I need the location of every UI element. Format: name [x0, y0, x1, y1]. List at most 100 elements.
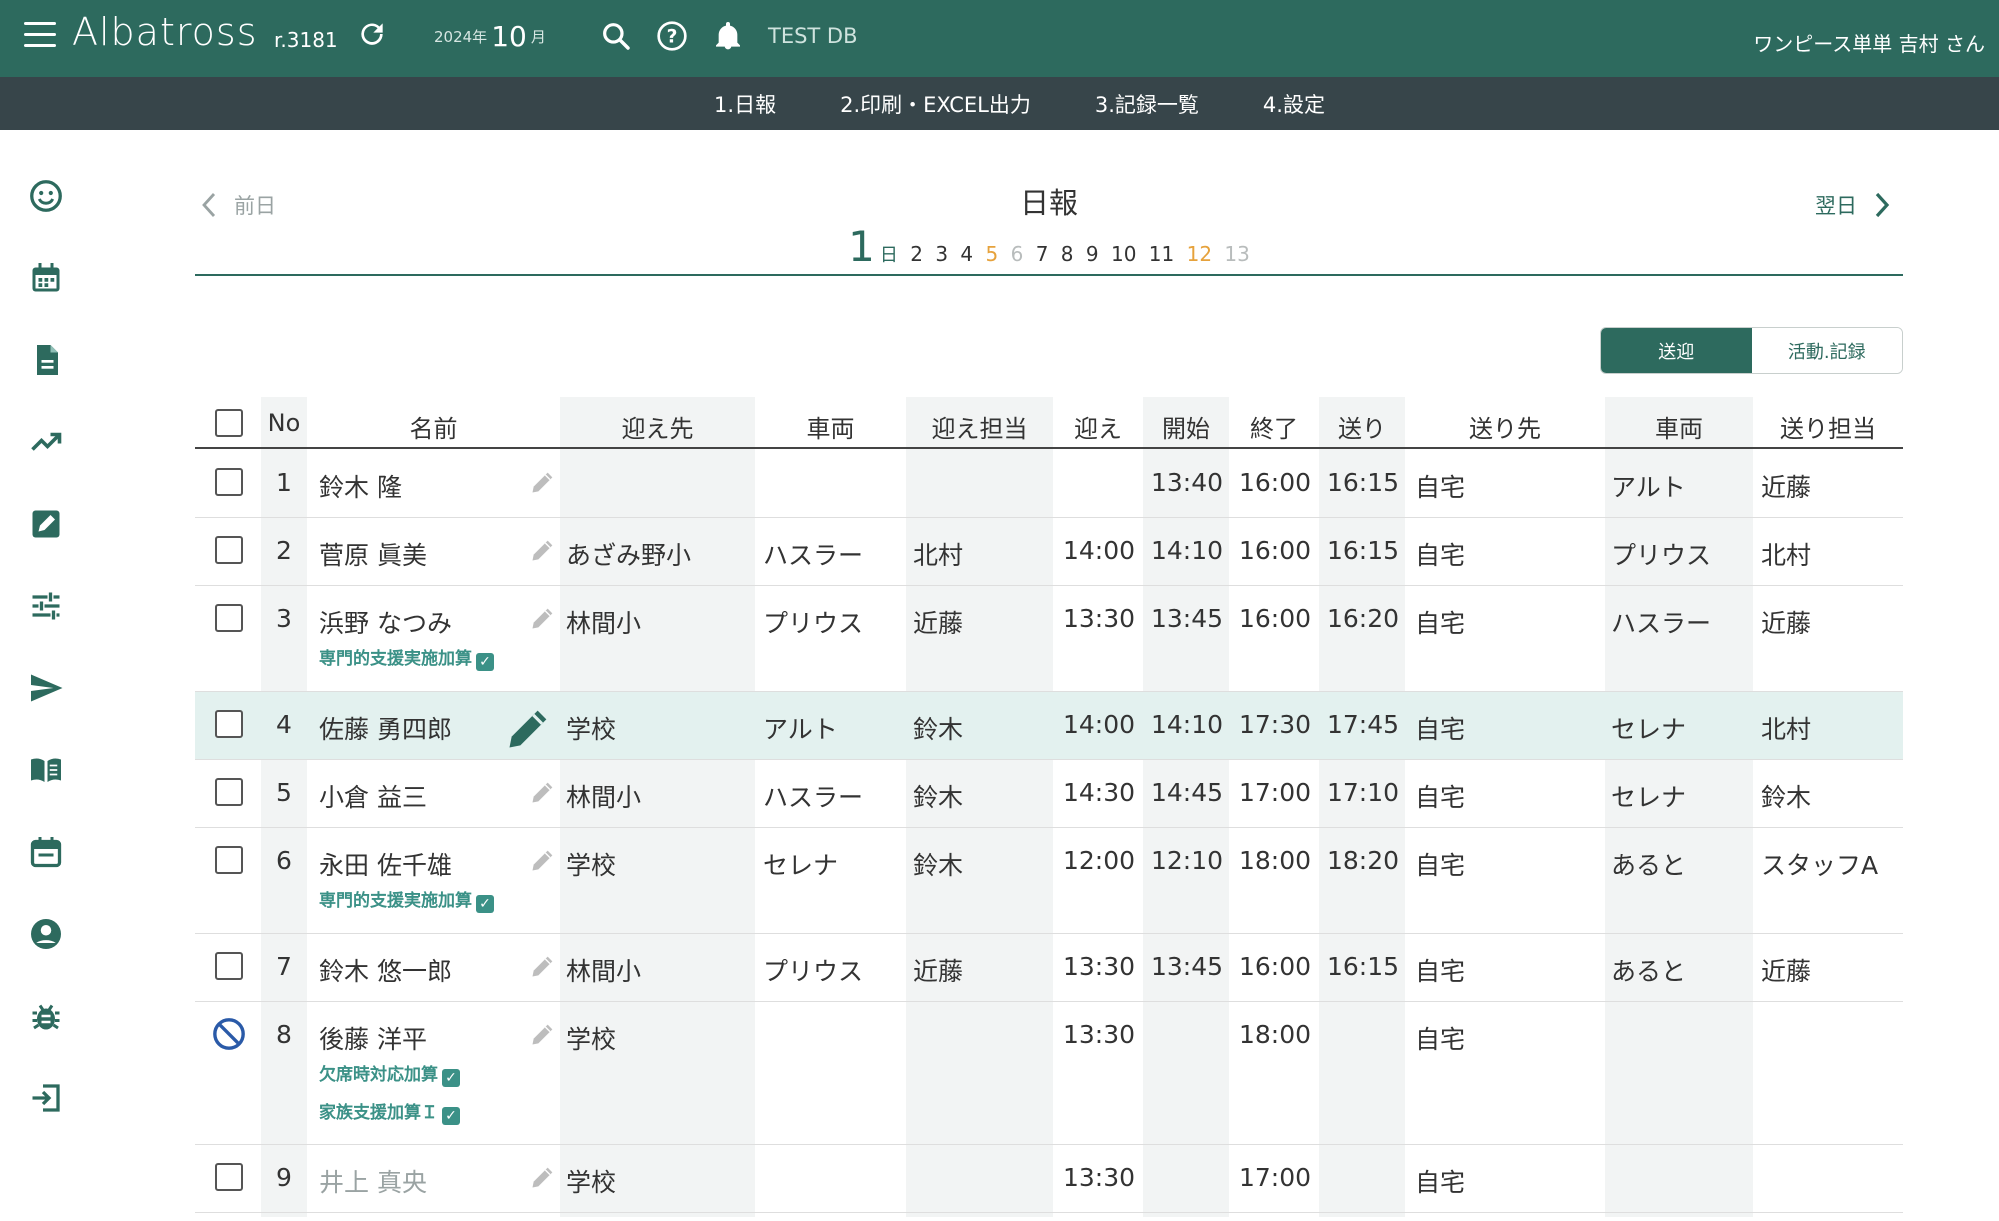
day-link[interactable]: 10 [1111, 242, 1136, 266]
sliders-icon[interactable] [28, 588, 64, 624]
nav-daily-report[interactable]: 1.日報 [714, 89, 776, 119]
nav-record-list[interactable]: 3.記録一覧 [1095, 89, 1199, 119]
checked-icon: ✓ [442, 1107, 460, 1125]
day-link[interactable]: 8 [1061, 242, 1074, 266]
row-checkbox[interactable] [215, 952, 243, 980]
cell-dest: 自宅 [1415, 1168, 1466, 1197]
cell-name[interactable]: 鈴木 隆 [319, 468, 402, 504]
day-link[interactable]: 3 [935, 242, 948, 266]
send-icon[interactable] [28, 670, 64, 706]
search-icon[interactable] [600, 20, 632, 52]
toggle-transport[interactable]: 送迎 [1601, 328, 1752, 373]
edit-icon[interactable] [28, 506, 64, 542]
day-link[interactable]: 2 [910, 242, 923, 266]
cell-name[interactable]: 鈴木 悠一郎 [319, 952, 452, 988]
current-day[interactable]: 1 [848, 222, 875, 271]
help-icon[interactable]: ? [656, 20, 688, 52]
title-divider [195, 274, 1903, 276]
edit-pencil-icon[interactable] [529, 952, 557, 980]
cell-name[interactable]: 永田 佐千雄 [319, 846, 452, 882]
edit-pencil-icon[interactable] [529, 778, 557, 806]
book-icon[interactable] [28, 752, 64, 788]
user-name[interactable]: ワンピース単単 吉村 さん [1753, 28, 1985, 57]
trend-icon[interactable] [28, 424, 64, 460]
day-link[interactable]: 4 [960, 242, 973, 266]
row-checkbox[interactable] [215, 536, 243, 564]
table-row[interactable]: 2 菅原 眞美 あざみ野小 ハスラー 北村 14:00 14:10 16:00 16:15 自宅 プ… [195, 518, 1903, 586]
cell-name[interactable]: 浜野 なつみ [319, 604, 452, 640]
table-row[interactable]: 4 佐藤 勇四郎 学校 アルト 鈴木 14:00 14:10 17:30 17:45 自宅 セレナ 北… [195, 692, 1903, 760]
day-link[interactable]: 9 [1086, 242, 1099, 266]
menu-icon[interactable] [24, 22, 56, 48]
cell-send: 17:10 [1327, 778, 1400, 807]
table-row[interactable]: 3 浜野 なつみ 林間小 プリウス 近藤 13:30 13:45 16:00 16:20 自宅 ハス… [195, 586, 1903, 692]
cell-pickup-staff: 鈴木 [913, 783, 964, 812]
row-checkbox[interactable] [215, 604, 243, 632]
account-icon[interactable] [28, 916, 64, 952]
edit-pencil-icon[interactable] [503, 702, 555, 754]
row-checkbox[interactable] [215, 710, 243, 738]
smiley-icon[interactable] [28, 178, 64, 214]
table-row[interactable]: 9 井上 真央 学校 13:30 17:00 自宅 [195, 1145, 1903, 1213]
nav-print-excel[interactable]: 2.印刷・EXCEL出力 [840, 89, 1031, 119]
sidebar [0, 130, 96, 1221]
cell-pickup-place: 学校 [566, 715, 617, 744]
row-checkbox[interactable] [215, 468, 243, 496]
toggle-activity-record[interactable]: 活動.記録 [1751, 328, 1902, 373]
event-icon[interactable] [28, 834, 64, 870]
cell-name[interactable]: 後藤 洋平 [319, 1020, 427, 1056]
reload-icon[interactable] [356, 18, 388, 50]
nav-settings[interactable]: 4.設定 [1263, 89, 1325, 119]
select-all-checkbox[interactable] [215, 409, 243, 437]
day-link[interactable]: 5 [986, 242, 999, 266]
day-link[interactable]: 13 [1224, 242, 1249, 266]
edit-pencil-icon[interactable] [529, 846, 557, 874]
day-link[interactable]: 7 [1036, 242, 1049, 266]
checked-icon: ✓ [442, 1069, 460, 1087]
cell-send-staff: 近藤 [1761, 609, 1812, 638]
day-link[interactable]: 11 [1149, 242, 1174, 266]
table-row[interactable]: 8 後藤 洋平 学校 13:30 18:00 自宅 欠席時対応加算 ✓ 家族支援加算Ｉ ✓ [195, 1002, 1903, 1145]
cell-car2: セレナ [1611, 783, 1687, 812]
edit-pencil-icon[interactable] [529, 1020, 557, 1048]
addon-badge[interactable]: 専門的支援実施加算 ✓ [319, 886, 494, 913]
cell-end: 18:00 [1239, 846, 1312, 875]
cell-name[interactable]: 菅原 眞美 [319, 536, 427, 572]
cell-end: 17:30 [1239, 710, 1312, 739]
table-row[interactable]: 5 小倉 益三 林間小 ハスラー 鈴木 14:30 14:45 17:00 17:10 自宅 セレナ… [195, 760, 1903, 828]
cell-name[interactable]: 小倉 益三 [319, 778, 427, 814]
edit-pencil-icon[interactable] [529, 468, 557, 496]
edit-pencil-icon[interactable] [529, 604, 557, 632]
addon-badge[interactable]: 専門的支援実施加算 ✓ [319, 644, 494, 671]
row-checkbox[interactable] [215, 846, 243, 874]
cell-dest: 自宅 [1415, 541, 1466, 570]
checked-icon: ✓ [476, 895, 494, 913]
table-row[interactable]: 7 鈴木 悠一郎 林間小 プリウス 近藤 13:30 13:45 16:00 16:15 自宅 ある… [195, 934, 1903, 1002]
logout-icon[interactable] [28, 1080, 64, 1116]
cell-car1: ハスラー [763, 783, 864, 812]
addon-badge[interactable]: 家族支援加算Ｉ ✓ [319, 1098, 460, 1125]
bell-icon[interactable] [712, 20, 744, 52]
edit-pencil-icon[interactable] [529, 536, 557, 564]
bug-icon[interactable] [28, 998, 64, 1034]
cell-dest: 自宅 [1415, 783, 1466, 812]
absent-icon[interactable] [212, 1017, 246, 1051]
cell-send-staff: 北村 [1761, 715, 1812, 744]
cell-pickup-place: 林間小 [566, 783, 642, 812]
table-row[interactable]: 6 永田 佐千雄 学校 セレナ 鈴木 12:00 12:10 18:00 18:20 自宅 あると ス… [195, 828, 1903, 934]
day-link[interactable]: 6 [1011, 242, 1024, 266]
addon-badge[interactable]: 欠席時対応加算 ✓ [319, 1060, 460, 1087]
next-day-button[interactable]: 翌日 [1815, 190, 1891, 220]
year-month[interactable]: 2024年 10 月 [434, 20, 546, 53]
cell-pickup-staff: 北村 [913, 541, 964, 570]
cell-name[interactable]: 井上 真央 [319, 1163, 427, 1199]
table-row[interactable]: 1 鈴木 隆 13:40 16:00 16:15 自宅 アルト 近藤 [195, 450, 1903, 518]
calendar-icon[interactable] [28, 260, 64, 296]
day-link[interactable]: 12 [1187, 242, 1212, 266]
document-icon[interactable] [28, 342, 64, 378]
page-title: 日報 [1019, 186, 1078, 220]
row-checkbox[interactable] [215, 1163, 243, 1191]
row-checkbox[interactable] [215, 778, 243, 806]
edit-pencil-icon[interactable] [529, 1163, 557, 1191]
cell-name[interactable]: 佐藤 勇四郎 [319, 710, 452, 746]
